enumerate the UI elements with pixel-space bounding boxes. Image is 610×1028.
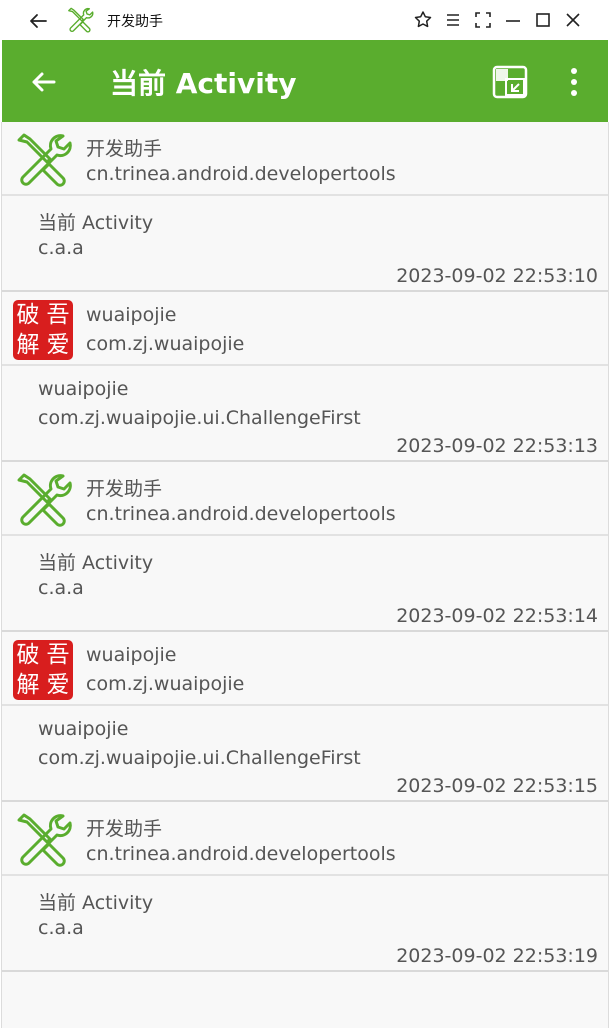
activity-class: com.zj.wuaipojie.ui.ChallengeFirst <box>38 407 361 429</box>
app-package: com.zj.wuaipojie <box>86 673 245 695</box>
seal-icon: 破吾解爱 <box>13 640 73 700</box>
seal-icon: 破吾解爱 <box>13 300 73 360</box>
app-package: com.zj.wuaipojie <box>86 333 245 355</box>
activity-label: 当前 Activity <box>38 892 154 914</box>
tools-icon <box>17 473 72 527</box>
app-package: cn.trinea.android.developertools <box>86 163 396 185</box>
activity-timestamp: 2023-09-02 22:53:10 <box>396 265 598 287</box>
history-entry[interactable]: 破吾解爱 wuaipojie com.zj.wuaipojie wuaipojie co… <box>2 632 608 802</box>
seal-char: 破 <box>16 642 40 668</box>
back-arrow-icon[interactable] <box>26 9 50 33</box>
activity-timestamp: 2023-09-02 22:53:13 <box>396 435 598 457</box>
activity-class: com.zj.wuaipojie.ui.ChallengeFirst <box>38 747 361 769</box>
pin-icon[interactable] <box>413 10 433 30</box>
seal-char: 吾 <box>46 302 70 328</box>
activity-label: 当前 Activity <box>38 552 154 574</box>
app-row[interactable]: 开发助手 cn.trinea.android.developertools <box>2 122 608 196</box>
window-title-bar: 开发助手 <box>0 0 610 40</box>
floating-window-icon[interactable] <box>492 65 528 99</box>
app-toolbar: 当前 Activity <box>2 40 608 122</box>
app-row[interactable]: 开发助手 cn.trinea.android.developertools <box>2 802 608 876</box>
activity-timestamp: 2023-09-02 22:53:19 <box>396 945 598 967</box>
seal-char: 解 <box>16 332 40 358</box>
tools-icon <box>68 7 94 33</box>
activity-timestamp: 2023-09-02 22:53:15 <box>396 775 598 797</box>
app-name: 开发助手 <box>86 818 163 840</box>
seal-char: 解 <box>16 672 40 698</box>
app-name: 开发助手 <box>86 478 163 500</box>
activity-class: c.a.a <box>38 237 84 259</box>
app-row[interactable]: 开发助手 cn.trinea.android.developertools <box>2 462 608 536</box>
activity-label: wuaipojie <box>38 718 129 740</box>
seal-char: 吾 <box>46 642 70 668</box>
history-entry[interactable]: 开发助手 cn.trinea.android.developertools 当前 A… <box>2 462 608 632</box>
toolbar-title: 当前 Activity <box>110 67 297 100</box>
app-name: 开发助手 <box>86 138 163 160</box>
app-package: cn.trinea.android.developertools <box>86 503 396 525</box>
history-entry[interactable]: 开发助手 cn.trinea.android.developertools 当前 A… <box>2 122 608 292</box>
more-vert-icon[interactable] <box>568 67 580 97</box>
tools-icon <box>17 133 72 187</box>
activity-history-list[interactable]: 开发助手 cn.trinea.android.developertools 当前 A… <box>1 122 609 1028</box>
activity-label: wuaipojie <box>38 378 129 400</box>
history-entry[interactable]: 开发助手 cn.trinea.android.developertools 当前 A… <box>2 802 608 972</box>
activity-timestamp: 2023-09-02 22:53:14 <box>396 605 598 627</box>
app-name: wuaipojie <box>86 644 177 666</box>
window-title: 开发助手 <box>107 14 163 30</box>
app-row[interactable]: 破吾解爱 wuaipojie com.zj.wuaipojie <box>2 292 608 366</box>
menu-icon[interactable] <box>443 10 463 30</box>
app-name: wuaipojie <box>86 304 177 326</box>
fullscreen-icon[interactable] <box>473 10 493 30</box>
history-entry[interactable]: 破吾解爱 wuaipojie com.zj.wuaipojie wuaipojie co… <box>2 292 608 462</box>
maximize-icon[interactable] <box>533 10 553 30</box>
activity-class: c.a.a <box>38 577 84 599</box>
minimize-icon[interactable] <box>503 10 523 30</box>
activity-class: c.a.a <box>38 917 84 939</box>
toolbar-back-icon[interactable] <box>28 66 60 98</box>
close-icon[interactable] <box>563 10 583 30</box>
seal-char: 爱 <box>46 672 70 698</box>
app-package: cn.trinea.android.developertools <box>86 843 396 865</box>
app-row[interactable]: 破吾解爱 wuaipojie com.zj.wuaipojie <box>2 632 608 706</box>
tools-icon <box>17 813 72 867</box>
activity-label: 当前 Activity <box>38 212 154 234</box>
seal-char: 破 <box>16 302 40 328</box>
seal-char: 爱 <box>46 332 70 358</box>
